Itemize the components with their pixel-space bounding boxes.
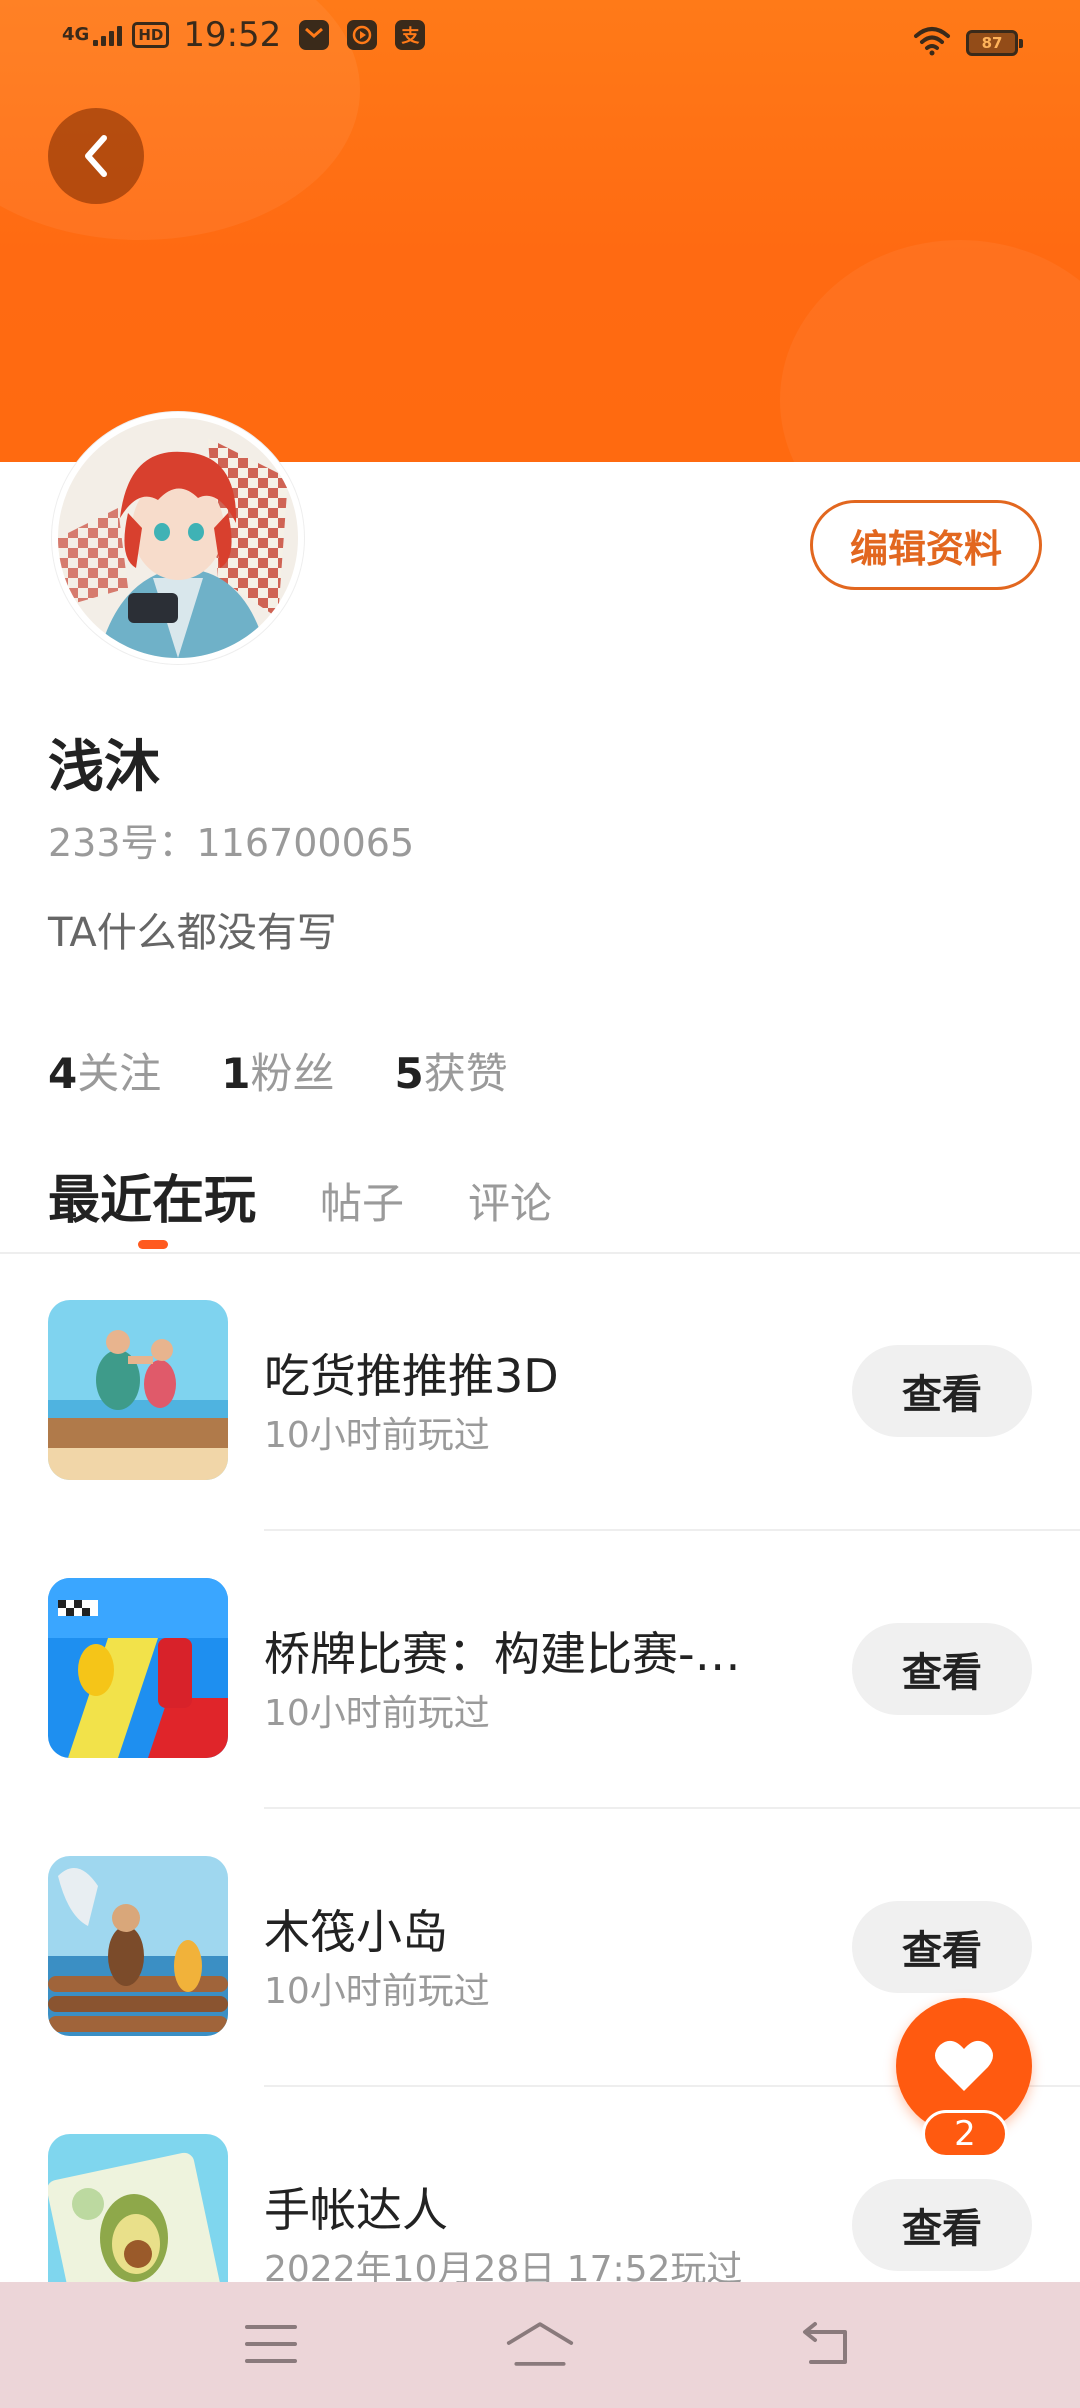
stat-label: 关注	[77, 1049, 162, 1098]
game-name: 手帐达人	[264, 2183, 448, 2237]
status-time: 19:52	[183, 15, 282, 55]
game-name: 木筏小岛	[264, 1905, 448, 1959]
stat-number: 1	[221, 1049, 251, 1098]
mail-app-icon	[299, 20, 330, 50]
game-name: 桥牌比赛：构建比赛-…	[264, 1627, 741, 1681]
edit-profile-button[interactable]: 编辑资料	[810, 500, 1042, 590]
stat-label: 粉丝	[250, 1049, 335, 1098]
wifi-icon	[912, 26, 952, 60]
game-icon	[48, 1300, 228, 1480]
menu-icon	[245, 2325, 297, 2363]
stat-followers[interactable]: 1粉丝	[221, 1040, 334, 1101]
alipay-icon: 支	[395, 20, 426, 50]
game-played-time: 10小时前玩过	[264, 1693, 490, 1734]
stat-likes[interactable]: 5获赞	[395, 1040, 508, 1101]
home-button[interactable]	[505, 2312, 575, 2376]
game-icon	[48, 1856, 228, 2036]
user-name: 浅沐	[48, 735, 160, 800]
chevron-left-icon	[85, 135, 107, 177]
tab-indicator	[138, 1240, 168, 1249]
signal-icon	[93, 24, 123, 46]
hd-icon: HD	[132, 22, 170, 48]
status-bar: 4G HD 19:52 支 87	[0, 0, 1080, 84]
view-button[interactable]: 查看	[852, 1623, 1032, 1715]
tab-comments[interactable]: 评论	[468, 1170, 552, 1231]
user-bio: TA什么都没有写	[48, 910, 337, 956]
home-icon	[506, 2322, 574, 2366]
user-id: 233号：116700065	[48, 821, 415, 865]
network-type: 4G	[62, 24, 90, 45]
return-icon	[803, 2322, 847, 2364]
system-navigation-bar	[0, 2282, 1080, 2408]
recent-games-list: 吃货推推推3D 10小时前玩过 查看 桥牌比赛：构建比赛-… 10小时前玩过 查…	[0, 1300, 1080, 2408]
menu-button[interactable]	[236, 2312, 306, 2376]
view-button[interactable]: 查看	[852, 2179, 1032, 2271]
divider	[264, 1807, 1080, 1809]
like-count-badge: 2	[922, 2110, 1008, 2158]
heart-icon	[935, 2040, 993, 2091]
list-item[interactable]: 吃货推推推3D 10小时前玩过 查看	[0, 1300, 1080, 1578]
view-button[interactable]: 查看	[852, 1901, 1032, 1993]
stat-number: 5	[394, 1049, 424, 1098]
list-item[interactable]: 桥牌比赛：构建比赛-… 10小时前玩过 查看	[0, 1578, 1080, 1856]
back-nav-button[interactable]	[790, 2312, 860, 2376]
tab-recently-played[interactable]: 最近在玩	[48, 1158, 256, 1233]
stat-following[interactable]: 4关注	[48, 1040, 161, 1101]
back-button[interactable]	[48, 108, 144, 204]
game-name: 吃货推推推3D	[264, 1349, 559, 1403]
game-icon	[48, 1578, 228, 1758]
profile-stats: 4关注 1粉丝 5获赞	[48, 1040, 508, 1101]
game-played-time: 10小时前玩过	[264, 1415, 490, 1456]
profile-tabs: 最近在玩 帖子 评论	[48, 1158, 552, 1233]
stat-label: 获赞	[423, 1049, 508, 1098]
video-app-icon	[347, 20, 378, 50]
view-button[interactable]: 查看	[852, 1345, 1032, 1437]
stat-number: 4	[48, 1049, 78, 1098]
divider	[264, 1529, 1080, 1531]
avatar[interactable]	[52, 412, 304, 664]
tab-posts[interactable]: 帖子	[320, 1170, 404, 1231]
game-played-time: 10小时前玩过	[264, 1971, 490, 2012]
battery-icon: 87	[966, 30, 1023, 56]
divider	[0, 1252, 1080, 1254]
